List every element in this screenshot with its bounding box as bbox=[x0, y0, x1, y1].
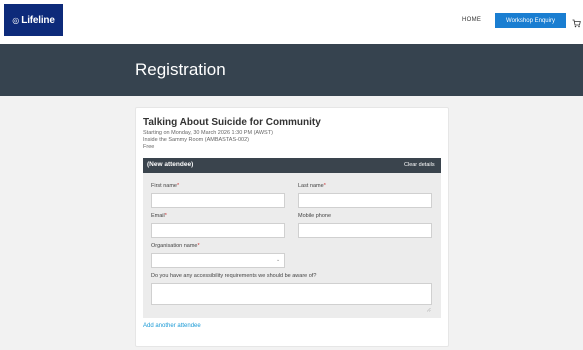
mobile-phone-label: Mobile phone bbox=[298, 213, 332, 219]
accessibility-label: Do you have any accessibility requiremen… bbox=[151, 273, 317, 279]
first-name-field[interactable] bbox=[151, 193, 285, 208]
page-banner bbox=[0, 44, 583, 96]
nav-home-link[interactable]: HOME bbox=[462, 17, 481, 23]
event-start-time: Starting on Monday, 30 March 2026 1:30 P… bbox=[143, 130, 273, 136]
organisation-label: Organisation name* bbox=[151, 243, 200, 249]
chevron-down-icon: ⌄ bbox=[276, 257, 281, 263]
attendee-title: (New attendee) bbox=[147, 161, 194, 168]
page-title: Registration bbox=[135, 60, 226, 79]
last-name-label: Last name* bbox=[298, 183, 326, 189]
workshop-enquiry-button[interactable]: Workshop Enquiry bbox=[495, 13, 566, 28]
first-name-label: First name* bbox=[151, 183, 180, 189]
clear-details-link[interactable]: Clear details bbox=[404, 162, 435, 168]
event-title: Talking About Suicide for Community bbox=[143, 117, 321, 128]
lifeline-logo[interactable]: ◎ Lifeline bbox=[4, 4, 63, 36]
email-field[interactable] bbox=[151, 223, 285, 238]
mobile-phone-field[interactable] bbox=[298, 223, 432, 238]
email-label: Email* bbox=[151, 213, 167, 219]
last-name-field[interactable] bbox=[298, 193, 432, 208]
organisation-select[interactable] bbox=[151, 253, 285, 268]
resize-handle-icon[interactable] bbox=[426, 299, 431, 312]
accessibility-textarea[interactable] bbox=[151, 283, 432, 305]
event-price: Free bbox=[143, 144, 155, 150]
event-location: Inside the Sammy Room (AMBASTAS-002) bbox=[143, 137, 249, 143]
add-attendee-link[interactable]: Add another attendee bbox=[143, 323, 201, 329]
logo-mark-icon: ◎ bbox=[12, 15, 20, 25]
cart-icon[interactable] bbox=[572, 15, 581, 28]
